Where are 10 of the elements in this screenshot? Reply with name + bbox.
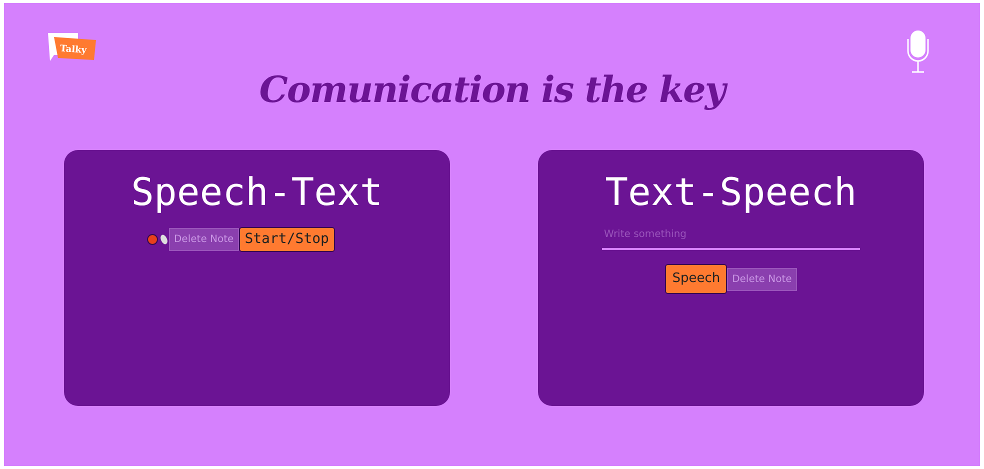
page-title: Comunication is the key bbox=[259, 71, 725, 111]
action-button[interactable]: Start/Stop bbox=[238, 227, 335, 252]
action-button[interactable]: Speech bbox=[665, 264, 728, 294]
panel-heading: Text-Speech bbox=[604, 172, 858, 214]
record-icon bbox=[146, 234, 158, 246]
microphone-icon[interactable] bbox=[906, 29, 930, 75]
panel-heading: Speech-Text bbox=[130, 172, 384, 214]
text-input-field[interactable]: Write something bbox=[602, 225, 860, 250]
logo-text: Talky bbox=[60, 44, 87, 56]
leaf-icon bbox=[160, 234, 168, 246]
